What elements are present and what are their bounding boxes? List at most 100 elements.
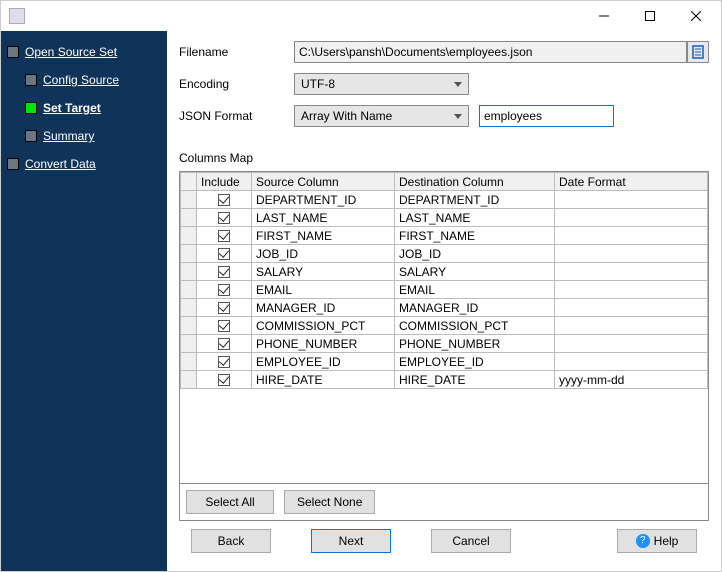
row-handle[interactable] — [181, 317, 197, 335]
back-button[interactable]: Back — [191, 529, 271, 553]
sidebar-step[interactable]: Set Target — [25, 97, 161, 119]
include-checkbox[interactable] — [218, 284, 230, 296]
dest-cell[interactable]: EMPLOYEE_ID — [395, 353, 555, 371]
include-checkbox[interactable] — [218, 248, 230, 260]
row-handle[interactable] — [181, 353, 197, 371]
row-handle[interactable] — [181, 371, 197, 389]
sidebar-step[interactable]: Summary — [25, 125, 161, 147]
include-cell[interactable] — [197, 209, 252, 227]
include-checkbox[interactable] — [218, 194, 230, 206]
datefmt-cell[interactable] — [555, 299, 708, 317]
row-handle[interactable] — [181, 209, 197, 227]
json-format-select[interactable]: Array With Name — [294, 105, 469, 127]
source-cell[interactable]: EMPLOYEE_ID — [252, 353, 395, 371]
include-cell[interactable] — [197, 317, 252, 335]
source-cell[interactable]: MANAGER_ID — [252, 299, 395, 317]
dest-cell[interactable]: FIRST_NAME — [395, 227, 555, 245]
source-cell[interactable]: FIRST_NAME — [252, 227, 395, 245]
include-checkbox[interactable] — [218, 266, 230, 278]
col-header-datefmt[interactable]: Date Format — [555, 173, 708, 191]
cancel-button[interactable]: Cancel — [431, 529, 511, 553]
datefmt-cell[interactable] — [555, 281, 708, 299]
step-link[interactable]: Convert Data — [25, 157, 96, 171]
source-cell[interactable]: LAST_NAME — [252, 209, 395, 227]
include-cell[interactable] — [197, 263, 252, 281]
include-cell[interactable] — [197, 245, 252, 263]
datefmt-cell[interactable] — [555, 335, 708, 353]
sidebar-step[interactable]: Open Source Set — [7, 41, 161, 63]
table-row[interactable]: SALARYSALARY — [181, 263, 708, 281]
include-cell[interactable] — [197, 227, 252, 245]
table-row[interactable]: HIRE_DATEHIRE_DATEyyyy-mm-dd — [181, 371, 708, 389]
source-cell[interactable]: HIRE_DATE — [252, 371, 395, 389]
next-button[interactable]: Next — [311, 529, 391, 553]
dest-cell[interactable]: MANAGER_ID — [395, 299, 555, 317]
source-cell[interactable]: EMAIL — [252, 281, 395, 299]
dest-cell[interactable]: DEPARTMENT_ID — [395, 191, 555, 209]
array-name-input[interactable] — [479, 105, 614, 127]
row-handle[interactable] — [181, 227, 197, 245]
table-row[interactable]: JOB_IDJOB_ID — [181, 245, 708, 263]
filename-input[interactable] — [294, 41, 687, 63]
include-checkbox[interactable] — [218, 320, 230, 332]
row-handle[interactable] — [181, 299, 197, 317]
source-cell[interactable]: COMMISSION_PCT — [252, 317, 395, 335]
source-cell[interactable]: PHONE_NUMBER — [252, 335, 395, 353]
dest-cell[interactable]: LAST_NAME — [395, 209, 555, 227]
select-none-button[interactable]: Select None — [284, 490, 375, 514]
include-cell[interactable] — [197, 299, 252, 317]
help-button[interactable]: ?Help — [617, 529, 697, 553]
table-row[interactable]: EMAILEMAIL — [181, 281, 708, 299]
include-checkbox[interactable] — [218, 374, 230, 386]
include-cell[interactable] — [197, 371, 252, 389]
datefmt-cell[interactable] — [555, 227, 708, 245]
col-header-include[interactable]: Include — [197, 173, 252, 191]
table-row[interactable]: COMMISSION_PCTCOMMISSION_PCT — [181, 317, 708, 335]
col-header-source[interactable]: Source Column — [252, 173, 395, 191]
include-cell[interactable] — [197, 353, 252, 371]
table-row[interactable]: EMPLOYEE_IDEMPLOYEE_ID — [181, 353, 708, 371]
include-cell[interactable] — [197, 335, 252, 353]
datefmt-cell[interactable] — [555, 209, 708, 227]
include-checkbox[interactable] — [218, 212, 230, 224]
select-all-button[interactable]: Select All — [186, 490, 274, 514]
source-cell[interactable]: DEPARTMENT_ID — [252, 191, 395, 209]
columns-grid[interactable]: Include Source Column Destination Column… — [179, 171, 709, 484]
table-row[interactable]: FIRST_NAMEFIRST_NAME — [181, 227, 708, 245]
datefmt-cell[interactable] — [555, 191, 708, 209]
sidebar-step[interactable]: Convert Data — [7, 153, 161, 175]
datefmt-cell[interactable]: yyyy-mm-dd — [555, 371, 708, 389]
encoding-select[interactable]: UTF-8 — [294, 73, 469, 95]
step-link[interactable]: Set Target — [43, 101, 101, 115]
row-handle[interactable] — [181, 335, 197, 353]
row-handle[interactable] — [181, 245, 197, 263]
col-header-dest[interactable]: Destination Column — [395, 173, 555, 191]
maximize-button[interactable] — [627, 2, 673, 30]
close-button[interactable] — [673, 2, 719, 30]
source-cell[interactable]: JOB_ID — [252, 245, 395, 263]
include-checkbox[interactable] — [218, 338, 230, 350]
dest-cell[interactable]: EMAIL — [395, 281, 555, 299]
row-handle[interactable] — [181, 263, 197, 281]
dest-cell[interactable]: JOB_ID — [395, 245, 555, 263]
dest-cell[interactable]: SALARY — [395, 263, 555, 281]
table-row[interactable]: PHONE_NUMBERPHONE_NUMBER — [181, 335, 708, 353]
datefmt-cell[interactable] — [555, 353, 708, 371]
datefmt-cell[interactable] — [555, 263, 708, 281]
include-checkbox[interactable] — [218, 356, 230, 368]
minimize-button[interactable] — [581, 2, 627, 30]
table-row[interactable]: MANAGER_IDMANAGER_ID — [181, 299, 708, 317]
datefmt-cell[interactable] — [555, 245, 708, 263]
table-row[interactable]: DEPARTMENT_IDDEPARTMENT_ID — [181, 191, 708, 209]
include-checkbox[interactable] — [218, 230, 230, 242]
source-cell[interactable]: SALARY — [252, 263, 395, 281]
step-link[interactable]: Open Source Set — [25, 45, 117, 59]
step-link[interactable]: Config Source — [43, 73, 119, 87]
include-checkbox[interactable] — [218, 302, 230, 314]
dest-cell[interactable]: COMMISSION_PCT — [395, 317, 555, 335]
datefmt-cell[interactable] — [555, 317, 708, 335]
step-link[interactable]: Summary — [43, 129, 94, 143]
dest-cell[interactable]: HIRE_DATE — [395, 371, 555, 389]
browse-button[interactable] — [687, 41, 709, 63]
dest-cell[interactable]: PHONE_NUMBER — [395, 335, 555, 353]
